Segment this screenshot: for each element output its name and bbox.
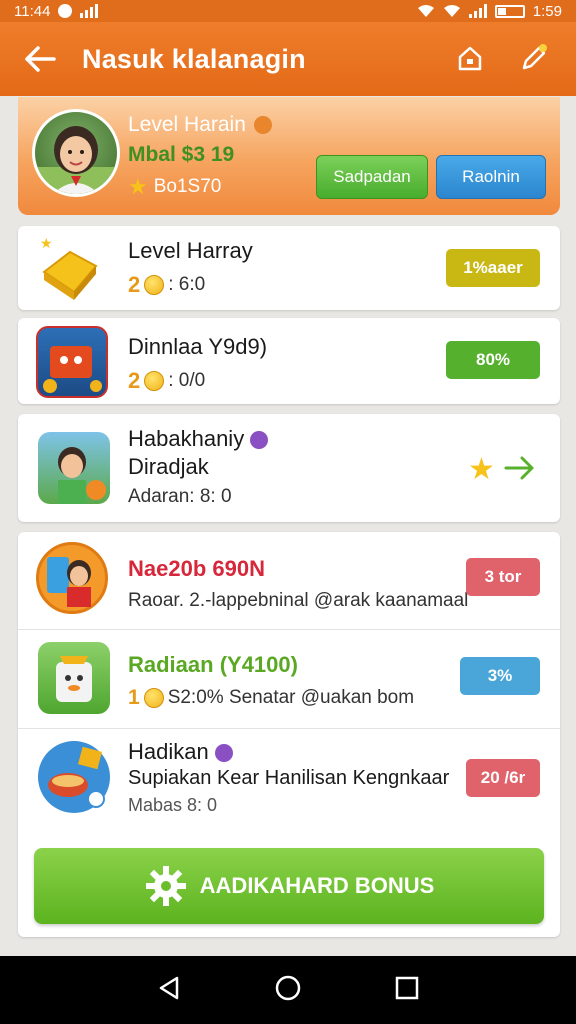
bonus-row: ★ Bo1S70 bbox=[128, 174, 221, 200]
avatar bbox=[32, 109, 120, 197]
list-sub-text: S2:0% Senatar @uakan bom bbox=[167, 687, 415, 708]
card-habakhaniy[interactable]: Habakhaniy Diradjak Adaran: 8: 0 ★ bbox=[18, 414, 560, 522]
edit-button[interactable] bbox=[516, 40, 552, 76]
list-pill[interactable]: 20 /6r bbox=[466, 759, 540, 797]
app-bar: Nasuk klalanagin bbox=[0, 22, 576, 96]
cta-label: AADIKAHARD BONUS bbox=[199, 873, 435, 898]
level-label: Level Harain bbox=[128, 113, 272, 137]
pencil-icon bbox=[522, 44, 547, 70]
home-icon bbox=[458, 46, 482, 71]
status-time: 11:44 bbox=[14, 2, 51, 20]
list-sub-num: 1 bbox=[128, 686, 140, 709]
home-button[interactable] bbox=[452, 40, 488, 76]
star-icon: ★ bbox=[468, 453, 495, 486]
sadpadan-button[interactable]: Sadpadan bbox=[316, 155, 428, 199]
status-bar: 11:44 1:59 bbox=[0, 0, 576, 22]
list-title-text: Hadikan bbox=[128, 739, 209, 764]
notification-icon bbox=[58, 4, 73, 18]
list-sub: Raoar. 2.-lappebninal @arak kaanamaal bbox=[128, 590, 469, 611]
raolnin-button[interactable]: Raolnin bbox=[436, 155, 546, 199]
nav-back-button[interactable] bbox=[155, 974, 183, 1007]
bonus-text: Bo1S70 bbox=[153, 176, 222, 197]
list-item[interactable]: Nae20b 690N Raoar. 2.-lappebninal @arak … bbox=[18, 532, 560, 628]
system-nav-bar bbox=[0, 956, 576, 1024]
svg-text:★: ★ bbox=[40, 235, 53, 251]
card-pill[interactable]: 80% bbox=[446, 341, 540, 379]
status-clock: 1:59 bbox=[532, 2, 562, 20]
card-sub-num: 2 bbox=[128, 272, 141, 297]
list-title: Hadikan bbox=[128, 739, 233, 765]
arrow-right-icon bbox=[504, 456, 534, 480]
card-title: Habakhaniy bbox=[128, 426, 269, 452]
card-sub-text: Adaran: 8: 0 bbox=[128, 486, 232, 507]
snack-bag-icon bbox=[38, 642, 110, 714]
card-dinnlaa[interactable]: Dinnlaa Y9d9) 2 : 0/0 80% bbox=[18, 318, 560, 404]
page-title: Nasuk klalanagin bbox=[82, 43, 306, 74]
wifi-icon bbox=[417, 5, 434, 17]
cell-signal-icon bbox=[468, 4, 487, 18]
add-bonus-button[interactable]: AADIKAHARD BONUS bbox=[34, 848, 544, 924]
card-pill[interactable]: 1%aaer bbox=[446, 249, 540, 287]
card-level[interactable]: ★ Level Harray 2 : 6:0 1%aaer bbox=[18, 226, 560, 310]
offers-list: Nae20b 690N Raoar. 2.-lappebninal @arak … bbox=[18, 532, 560, 937]
card-title-line2: Diradjak bbox=[128, 454, 209, 479]
list-sub-2: Mabas 8: 0 bbox=[128, 795, 218, 815]
arrow-right-button[interactable] bbox=[504, 454, 536, 487]
list-item[interactable]: Radiaan (Y4100) 1 S2:0% Senatar @uakan b… bbox=[18, 630, 560, 726]
badge-icon bbox=[214, 744, 233, 763]
balance-text: Mbal $3 19 bbox=[128, 143, 235, 166]
list-title: Radiaan (Y4100) bbox=[128, 652, 298, 677]
level-text: Level Harain bbox=[128, 113, 246, 136]
coin-icon bbox=[143, 688, 164, 708]
list-item[interactable]: Hadikan Supiakan Kear Hanilisan Kengnkaa… bbox=[18, 729, 560, 837]
box-icon bbox=[36, 326, 108, 398]
card-sub-num: 2 bbox=[128, 368, 141, 393]
profile-card: Level Harain Mbal $3 19 ★ Bo1S70 Sadpada… bbox=[18, 97, 560, 215]
signal-icon bbox=[80, 4, 99, 18]
card-sub: 2 : 6:0 bbox=[128, 272, 205, 298]
coin-icon bbox=[144, 275, 165, 295]
nav-back-icon bbox=[160, 976, 179, 999]
badge-icon bbox=[250, 431, 269, 450]
back-arrow-icon bbox=[25, 46, 56, 72]
girl-phone-icon bbox=[36, 542, 108, 614]
list-sub: 1 S2:0% Senatar @uakan bom bbox=[128, 686, 414, 710]
card-title: Level Harray bbox=[128, 238, 253, 263]
wifi-icon-2 bbox=[443, 5, 460, 17]
gear-icon bbox=[145, 866, 186, 906]
badge-icon bbox=[253, 116, 272, 135]
card-title-text: Habakhaniy bbox=[128, 426, 245, 451]
gold-cube-icon: ★ bbox=[34, 232, 106, 304]
boy-avatar-icon bbox=[38, 432, 110, 504]
star-icon: ★ bbox=[128, 174, 148, 199]
food-bowl-icon bbox=[38, 741, 110, 813]
battery-icon bbox=[494, 4, 525, 18]
back-button[interactable] bbox=[20, 39, 60, 79]
list-sub: Supiakan Kear Hanilisan Kengnkaar bbox=[128, 767, 450, 789]
nav-home-button[interactable] bbox=[274, 974, 302, 1007]
nav-home-icon bbox=[275, 975, 301, 1000]
coin-icon bbox=[144, 371, 165, 391]
card-sub-text: : 0/0 bbox=[168, 370, 206, 391]
card-title: Dinnlaa Y9d9) bbox=[128, 334, 268, 359]
list-pill[interactable]: 3 tor bbox=[466, 558, 540, 596]
card-sub-text: : 6:0 bbox=[168, 274, 206, 295]
list-pill[interactable]: 3% bbox=[460, 657, 540, 695]
card-sub: 2 : 0/0 bbox=[128, 368, 205, 394]
nav-recents-icon bbox=[395, 976, 418, 999]
list-title: Nae20b 690N bbox=[128, 556, 265, 581]
nav-recents-button[interactable] bbox=[393, 974, 421, 1007]
